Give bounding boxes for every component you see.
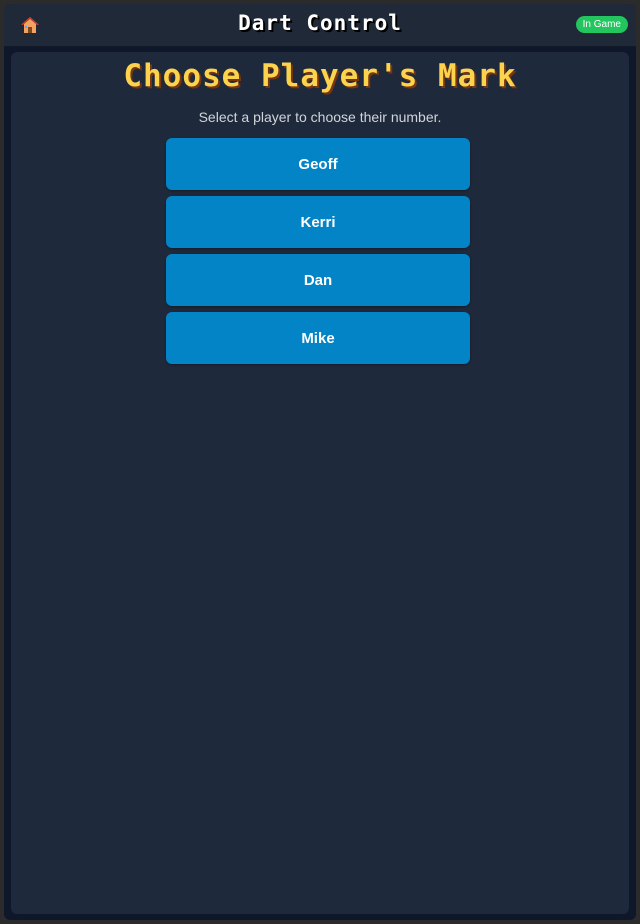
page-subtitle: Select a player to choose their number. [198,109,442,125]
status-badge: In Game [575,16,628,33]
player-button-kerri[interactable]: Kerri [166,196,470,248]
app-window: Dart Control In Game Choose Player's Mar… [4,4,636,920]
player-list: Geoff Kerri Dan Mike [166,138,470,370]
main-panel: Choose Player's Mark Select a player to … [11,52,629,914]
player-button-dan[interactable]: Dan [166,254,470,306]
page-title: Choose Player's Mark [123,58,517,94]
player-button-mike[interactable]: Mike [166,312,470,364]
player-button-geoff[interactable]: Geoff [166,138,470,190]
top-bar: Dart Control In Game [4,4,636,47]
app-title: Dart Control [238,11,402,35]
